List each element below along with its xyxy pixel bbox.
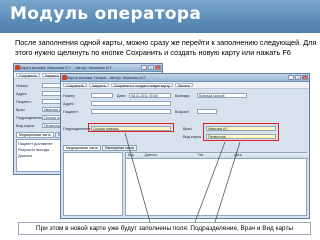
callout-box: При этом в новой карте уже будут заполне… [18,222,311,235]
back-number-label: Номер [16,84,28,88]
slide: Модуль оператора После заполнения одной … [0,0,320,240]
front-save-new-button[interactable]: Сохранить и создать новую карту [110,83,173,88]
front-grid-panel: Код Диагноз Тип Дата [125,152,308,216]
front-kind-label: Вид карты [183,135,202,139]
back-window-title: Карта вызова: Ивашова Е.Г. - Автор: Иван… [20,65,113,70]
front-date-field[interactable]: 08.11.2011 00:00 [129,93,171,98]
front-save-button[interactable]: Сохранить [63,83,87,88]
front-number-field[interactable] [91,93,113,98]
highlight-dept [88,123,174,132]
front-address-label: Адрес [63,102,74,106]
front-window-title: Карта вызова: Новая - Автор: Иванова И.Г… [67,75,147,80]
back-dept-label: Подразделение [16,116,44,120]
front-tabstrip: Медицинская часть Паспортная часть [63,145,138,151]
back-address-label: Адрес [16,92,27,96]
front-age-field[interactable] [197,109,217,114]
back-kind-label: Вид карты [16,124,35,128]
front-number-label: Номер [63,94,75,98]
grid-col-diagnosis[interactable]: Диагноз [145,153,157,157]
minimize-icon[interactable]: _ [141,65,147,70]
title-bar: Модуль оператора [0,0,320,33]
front-window-toolbar: Сохранить Закрыть Сохранить и создать но… [61,82,309,89]
highlight-doctor-kind [203,123,279,141]
back-save-button[interactable]: Сохранить [16,73,40,78]
back-list-row-1[interactable]: Пациент доставлен [18,142,53,146]
app-logo-icon [62,75,67,80]
maximize-icon[interactable]: □ [148,65,154,70]
back-patient-label: Пациент [16,100,32,104]
close-icon[interactable]: × [302,75,308,80]
grid-col-type[interactable]: Тип [198,153,204,157]
maximize-icon[interactable]: □ [295,75,301,80]
back-list-row-2[interactable]: Результат выезда [18,148,49,152]
front-window-controls: _ □ × [288,75,308,80]
slide-title: Модуль оператора [10,4,202,24]
close-icon[interactable]: × [155,65,161,70]
grid-col-code[interactable]: Код [128,153,134,157]
front-window: Карта вызова: Новая - Автор: Иванова И.Г… [60,73,310,219]
front-close-button[interactable]: Закрыть [88,83,109,88]
front-tab-passport[interactable]: Паспортная часть [101,145,138,151]
front-grid-header: Код Диагноз Тип Дата [126,153,308,159]
grid-col-date[interactable]: Дата [234,153,241,157]
back-tab-medical[interactable]: Медицинская часть [16,132,54,138]
front-patient-label: Пациент [63,110,79,114]
front-print-button[interactable]: Печать [174,83,193,88]
slide-subtitle: После заполнения одной карты, можно сраз… [15,38,317,57]
front-team-label: Бригада [175,94,190,98]
minimize-icon[interactable]: _ [288,75,294,80]
front-doctor-label: Врач [183,127,192,131]
front-left-panel [63,152,123,216]
back-close-button[interactable]: Закрыть [41,73,62,78]
front-team-field[interactable]: Бригада скорой [197,93,247,98]
back-doctor-label: Врач [16,108,25,112]
front-age-label: Возраст [175,110,190,114]
app-logo-icon [15,65,20,70]
front-patient-field[interactable] [91,109,171,114]
front-date-label: Дата [117,94,126,98]
front-dept-label: Подразделение [63,127,91,131]
back-window-controls: _ □ × [141,65,161,70]
front-window-titlebar: Карта вызова: Новая - Автор: Иванова И.Г… [61,74,309,82]
front-address-field[interactable] [91,101,171,106]
back-list-row-3[interactable]: Диагноз [18,154,32,158]
back-window-titlebar: Карта вызова: Ивашова Е.Г. - Автор: Иван… [14,64,162,72]
front-tab-medical[interactable]: Медицинская часть [63,145,101,151]
